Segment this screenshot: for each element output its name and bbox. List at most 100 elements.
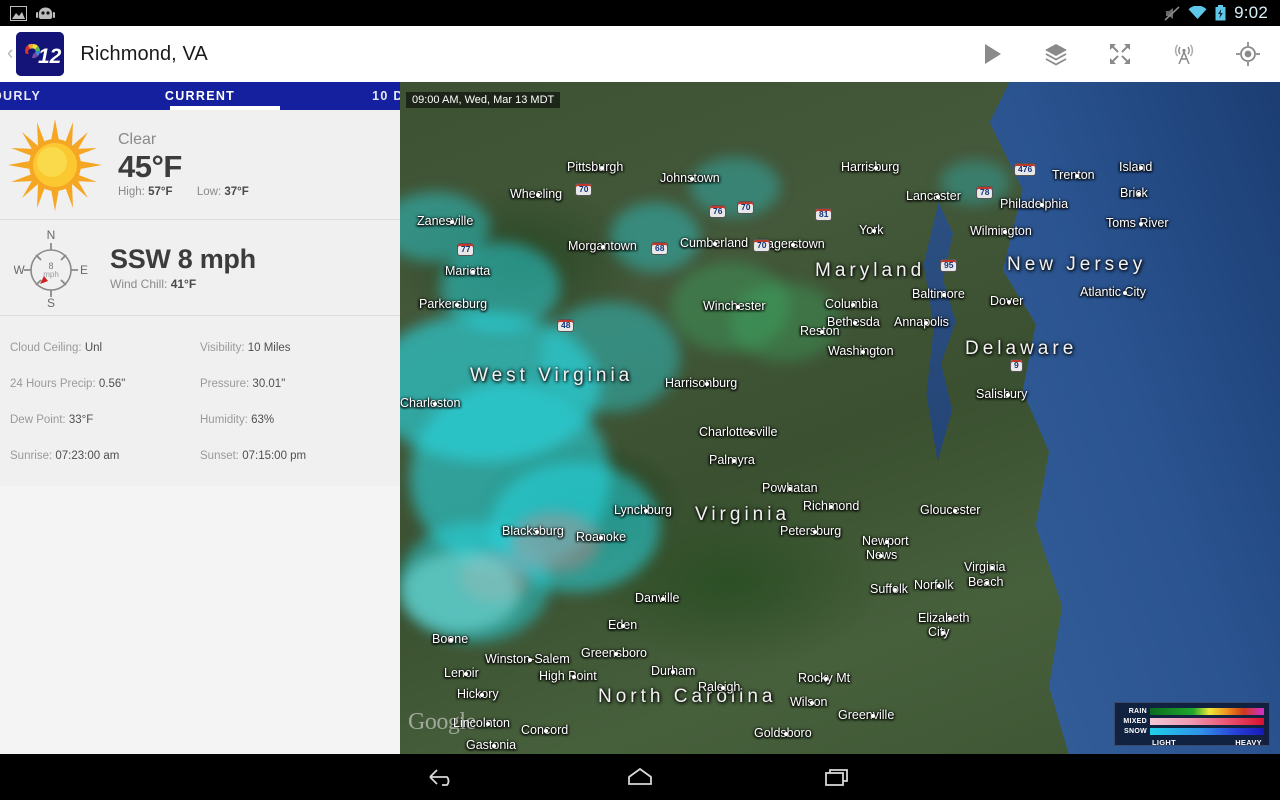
wind-chill-value: 41°F [170, 277, 197, 291]
detail-label: Visibility: [200, 342, 245, 354]
wind-speed: SSW 8 mph [110, 244, 256, 274]
high-low-row: High: 57°F Low: 37°F [118, 186, 249, 198]
map-city-label: Virginia [964, 560, 1006, 574]
layers-icon[interactable] [1024, 26, 1088, 82]
status-notifications[interactable] [0, 5, 55, 21]
fullscreen-icon[interactable] [1088, 26, 1152, 82]
map-city-label: Baltimore [912, 287, 965, 301]
map-city-label: Charleston [400, 396, 461, 410]
home-button[interactable] [605, 754, 675, 800]
map-city-label: Annapolis [894, 315, 949, 329]
map-highway-shield: 9 [1010, 359, 1023, 372]
radar-map[interactable]: 09:00 AM, Wed, Mar 13 MDT Maryland New J… [400, 82, 1280, 754]
map-city-dot [463, 672, 468, 676]
detail-value: 63% [251, 414, 275, 426]
mute-icon [1164, 5, 1180, 21]
map-city-dot [736, 305, 740, 309]
play-icon[interactable] [960, 26, 1024, 82]
status-system-icons[interactable]: 9:02 [1164, 3, 1280, 23]
low-label: Low: [196, 185, 222, 198]
map-highway-shield: 68 [651, 242, 669, 255]
map-city-dot [689, 177, 694, 181]
map-city-label: Lynchburg [614, 503, 672, 517]
map-state-label: Maryland [815, 260, 926, 281]
back-caret-icon[interactable]: ‹ [0, 43, 16, 65]
tab-current[interactable]: CURRENT [165, 89, 235, 103]
radar-legend: RAIN MIXED SNOW LIGHT HEAVY [1114, 702, 1270, 747]
map-highway-shield: 70 [753, 239, 771, 252]
map-city-dot [704, 382, 709, 386]
map-city-label: Winchester [703, 299, 766, 313]
wind-text-block: SSW 8 mph Wind Chill: 41°F [110, 244, 256, 291]
svg-text:12: 12 [38, 45, 62, 68]
my-location-icon[interactable] [1216, 26, 1280, 82]
weather-panel: OURLY CURRENT 10 DA [0, 82, 400, 754]
detail-row: 24 Hours Precip: 0.56" Pressure: 30.01" [10, 378, 390, 390]
map-city-dot [448, 638, 453, 642]
detail-label: 24 Hours Precip: [10, 378, 96, 390]
map-city-dot [601, 245, 605, 249]
map-city-dot [486, 722, 490, 726]
map-city-label: Brick [1120, 186, 1148, 200]
map-city-label: Marietta [445, 264, 491, 278]
map-city-label: Petersburg [780, 524, 842, 538]
map-city-dot [433, 402, 437, 406]
map-city-label: Lancaster [906, 189, 961, 203]
map-city-label: Atlantic City [1080, 285, 1146, 299]
legend-gradient-mixed [1150, 717, 1264, 725]
compass-e: E [80, 263, 88, 277]
map-highway-shield: 95 [940, 259, 958, 272]
detail-humidity: Humidity: 63% [200, 414, 390, 426]
compass-unit: mph [43, 270, 59, 279]
map-city-dot [819, 330, 824, 334]
current-temperature: 45°F [118, 149, 182, 185]
action-bar-icons [960, 26, 1280, 82]
map-city-dot [643, 509, 648, 513]
detail-visibility: Visibility: 10 Miles [200, 342, 390, 354]
high-value: 57°F [148, 185, 173, 198]
tab-10day[interactable]: 10 DA [372, 89, 400, 103]
map-city-dot [1138, 166, 1143, 170]
compass-s: S [47, 296, 55, 310]
map-city-dot [1136, 192, 1141, 196]
app-action-bar: ‹ 12 Richmond, VA [0, 26, 1280, 82]
legend-scale-labels: LIGHT HEAVY [1120, 737, 1264, 747]
wind-chill-row: Wind Chill: 41°F [110, 277, 256, 291]
map-state-label: New Jersey [1007, 254, 1147, 275]
map-highway-shield: 476 [1014, 163, 1037, 176]
map-city-dot [984, 581, 989, 585]
map-city-dot [923, 321, 928, 325]
compass-w: W [14, 263, 25, 277]
detail-label: Cloud Ceiling: [10, 342, 82, 354]
detail-value: 07:23:00 am [55, 450, 120, 462]
map-state-label: West Virginia [470, 365, 634, 386]
recents-button[interactable] [803, 754, 873, 800]
tab-hourly[interactable]: OURLY [0, 89, 41, 103]
map-city-label: Lenoir [444, 666, 479, 680]
wind-card[interactable]: N E S W 8 mph SSW 8 mph Wind Chill: 41°F [0, 220, 400, 316]
map-city-label: City [928, 625, 950, 639]
back-button[interactable] [407, 754, 477, 800]
weather-tab-bar: OURLY CURRENT 10 DA [0, 82, 400, 110]
status-clock: 9:02 [1234, 3, 1268, 22]
radio-tower-icon[interactable] [1152, 26, 1216, 82]
nbc12-logo[interactable]: 12 [16, 32, 65, 76]
detail-label: Sunset: [200, 450, 239, 462]
map-city-label: Philadelphia [1000, 197, 1069, 211]
map-city-dot [1039, 203, 1044, 207]
wind-compass-icon: N E S W 8 mph [14, 228, 88, 310]
map-highway-shield: 77 [457, 243, 475, 256]
map-city-dot [791, 243, 795, 247]
panel-filler [0, 486, 400, 754]
legend-gradient-snow [1150, 727, 1264, 735]
image-icon [10, 5, 27, 21]
high-label: High: [118, 185, 145, 198]
current-conditions-card[interactable]: Clear 45°F High: 57°F Low: 37°F [0, 110, 400, 220]
legend-label-rain: RAIN [1128, 707, 1147, 715]
map-city-dot [535, 530, 539, 534]
current-text-block: Clear 45°F High: 57°F Low: 37°F [118, 131, 249, 198]
map-city-dot [1139, 222, 1143, 226]
google-watermark: Google [408, 709, 476, 735]
legend-heavy-label: HEAVY [1235, 738, 1262, 747]
detail-value: 07:15:00 pm [242, 450, 307, 462]
